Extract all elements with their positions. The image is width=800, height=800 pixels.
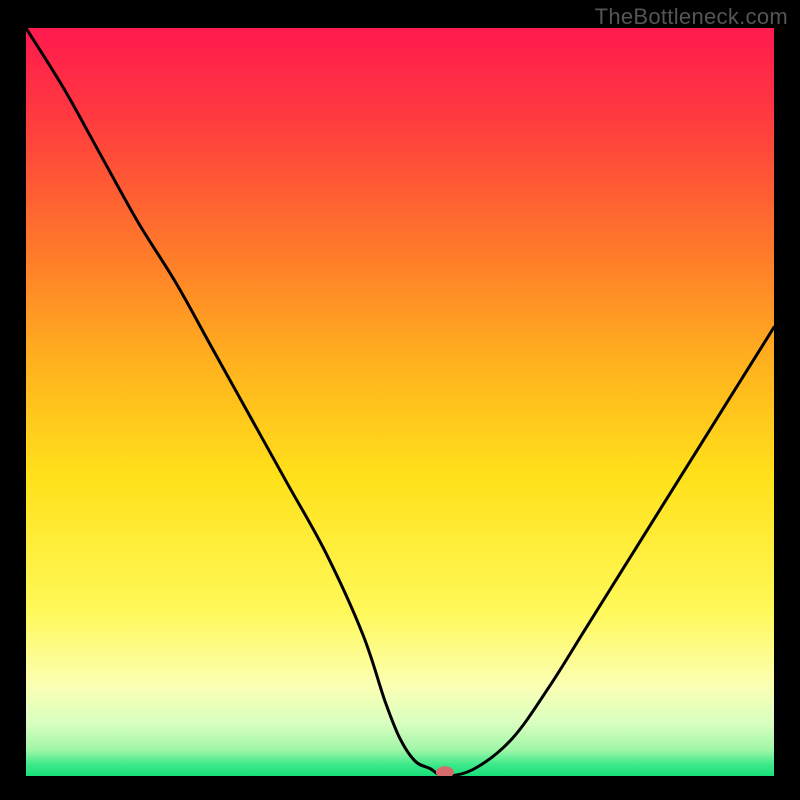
watermark-text: TheBottleneck.com [595,4,788,30]
gradient-background [26,28,774,776]
plot-area [26,28,774,776]
chart-svg [26,28,774,776]
chart-frame: TheBottleneck.com [0,0,800,800]
